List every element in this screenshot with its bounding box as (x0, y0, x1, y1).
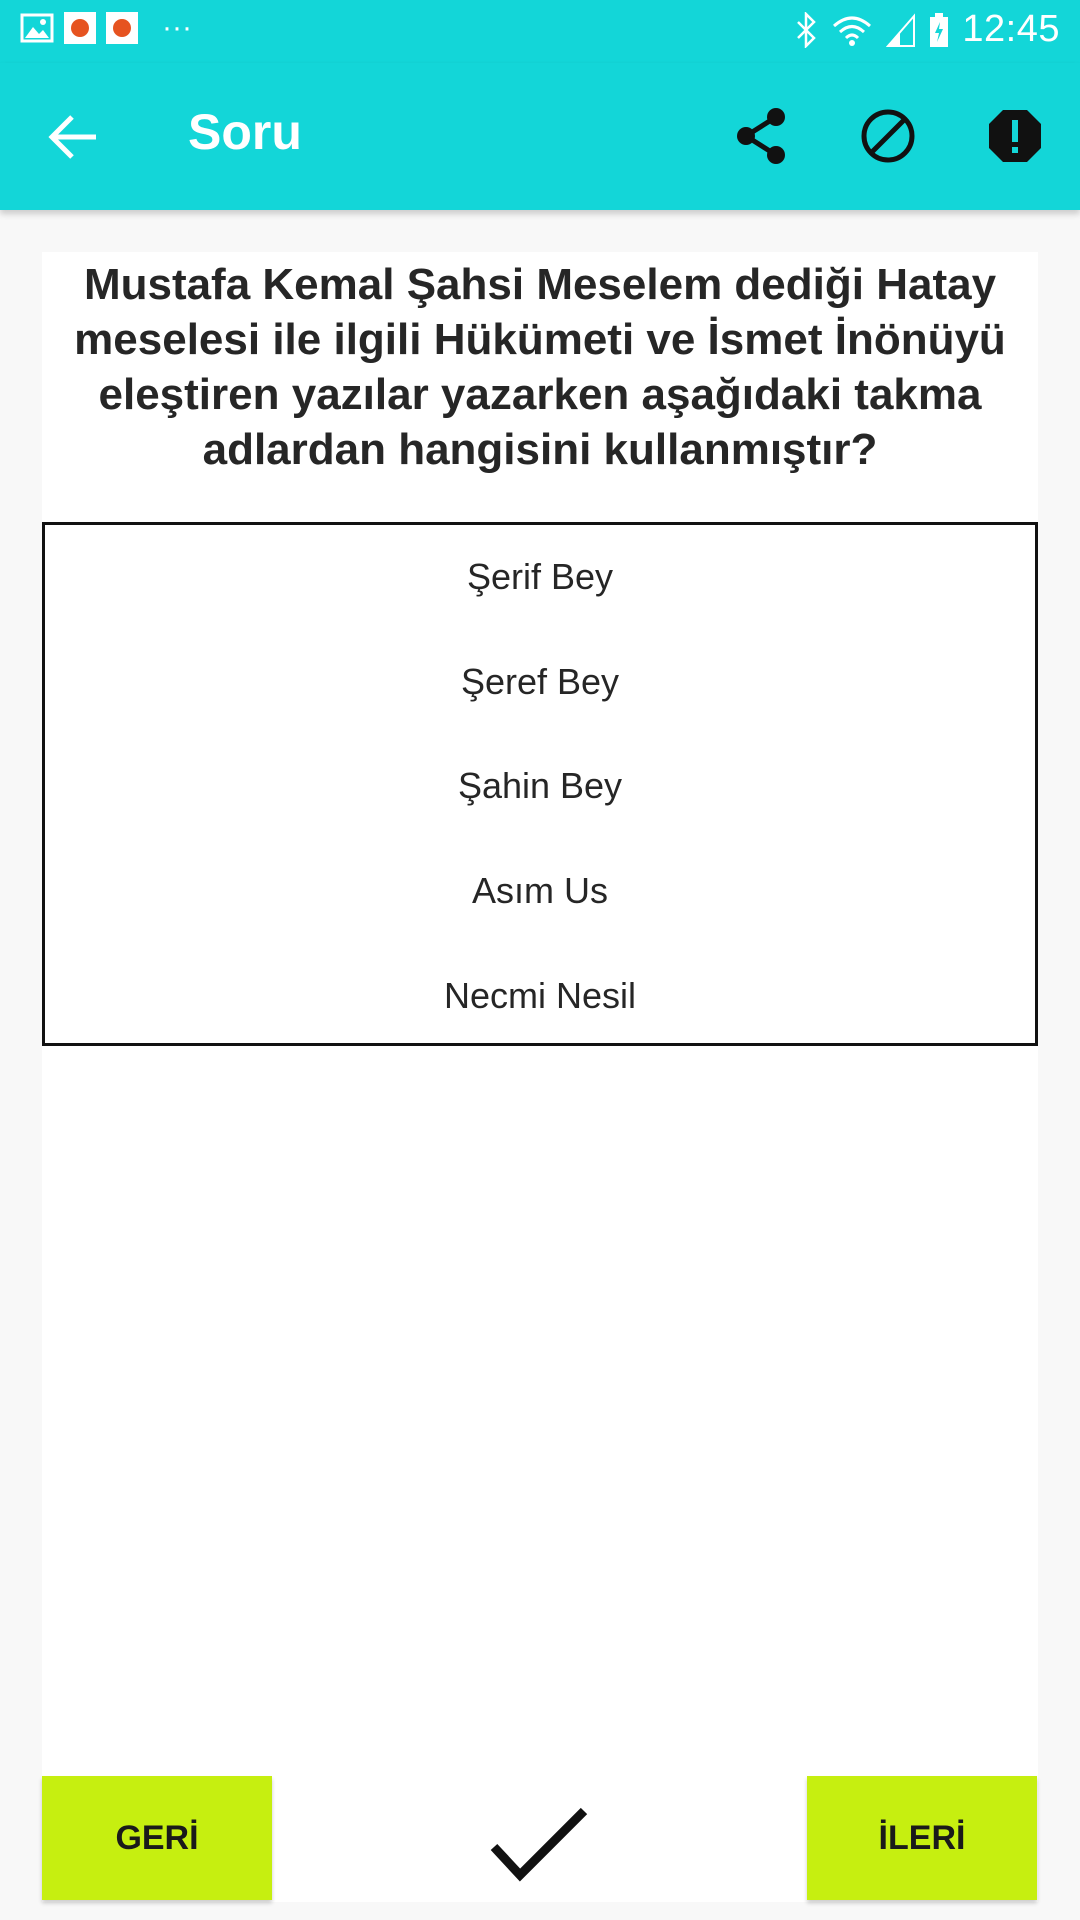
share-icon[interactable] (730, 103, 796, 169)
bluetooth-icon (797, 11, 817, 48)
status-bar-notifications: ··· (20, 12, 192, 44)
next-button[interactable]: İLERİ (807, 1776, 1037, 1900)
option-5[interactable]: Necmi Nesil (45, 943, 1035, 1048)
wifi-icon (833, 16, 872, 46)
signal-icon (886, 12, 916, 47)
option-2[interactable]: Şeref Bey (45, 630, 1035, 735)
status-bar: ··· 12:45 (0, 0, 1080, 63)
clock: 12:45 (962, 8, 1060, 50)
app-bar: Soru (0, 63, 1080, 210)
page-title: Soru (188, 104, 302, 160)
block-icon[interactable] (855, 103, 921, 169)
back-button[interactable]: GERİ (42, 1776, 272, 1900)
status-bar-system: 12:45 (794, 8, 1060, 51)
option-4[interactable]: Asım Us (45, 839, 1035, 944)
option-1[interactable]: Şerif Bey (45, 525, 1035, 630)
checkmark-icon[interactable] (490, 1805, 590, 1885)
option-3[interactable]: Şahin Bey (45, 734, 1035, 839)
options-list: Şerif Bey Şeref Bey Şahin Bey Asım Us Ne… (42, 522, 1038, 1046)
battery-icon (930, 12, 949, 47)
question-text: Mustafa Kemal Şahsi Meselem dediği Hatay… (74, 260, 1006, 474)
app-notification-icon (64, 12, 96, 44)
back-arrow-icon[interactable] (44, 107, 104, 167)
image-icon (20, 13, 54, 43)
more-dots-icon: ··· (162, 11, 192, 44)
question-card: Mustafa Kemal Şahsi Meselem dediği Hatay… (42, 252, 1038, 1902)
app-notification-icon (106, 12, 138, 44)
report-icon[interactable] (982, 103, 1048, 169)
